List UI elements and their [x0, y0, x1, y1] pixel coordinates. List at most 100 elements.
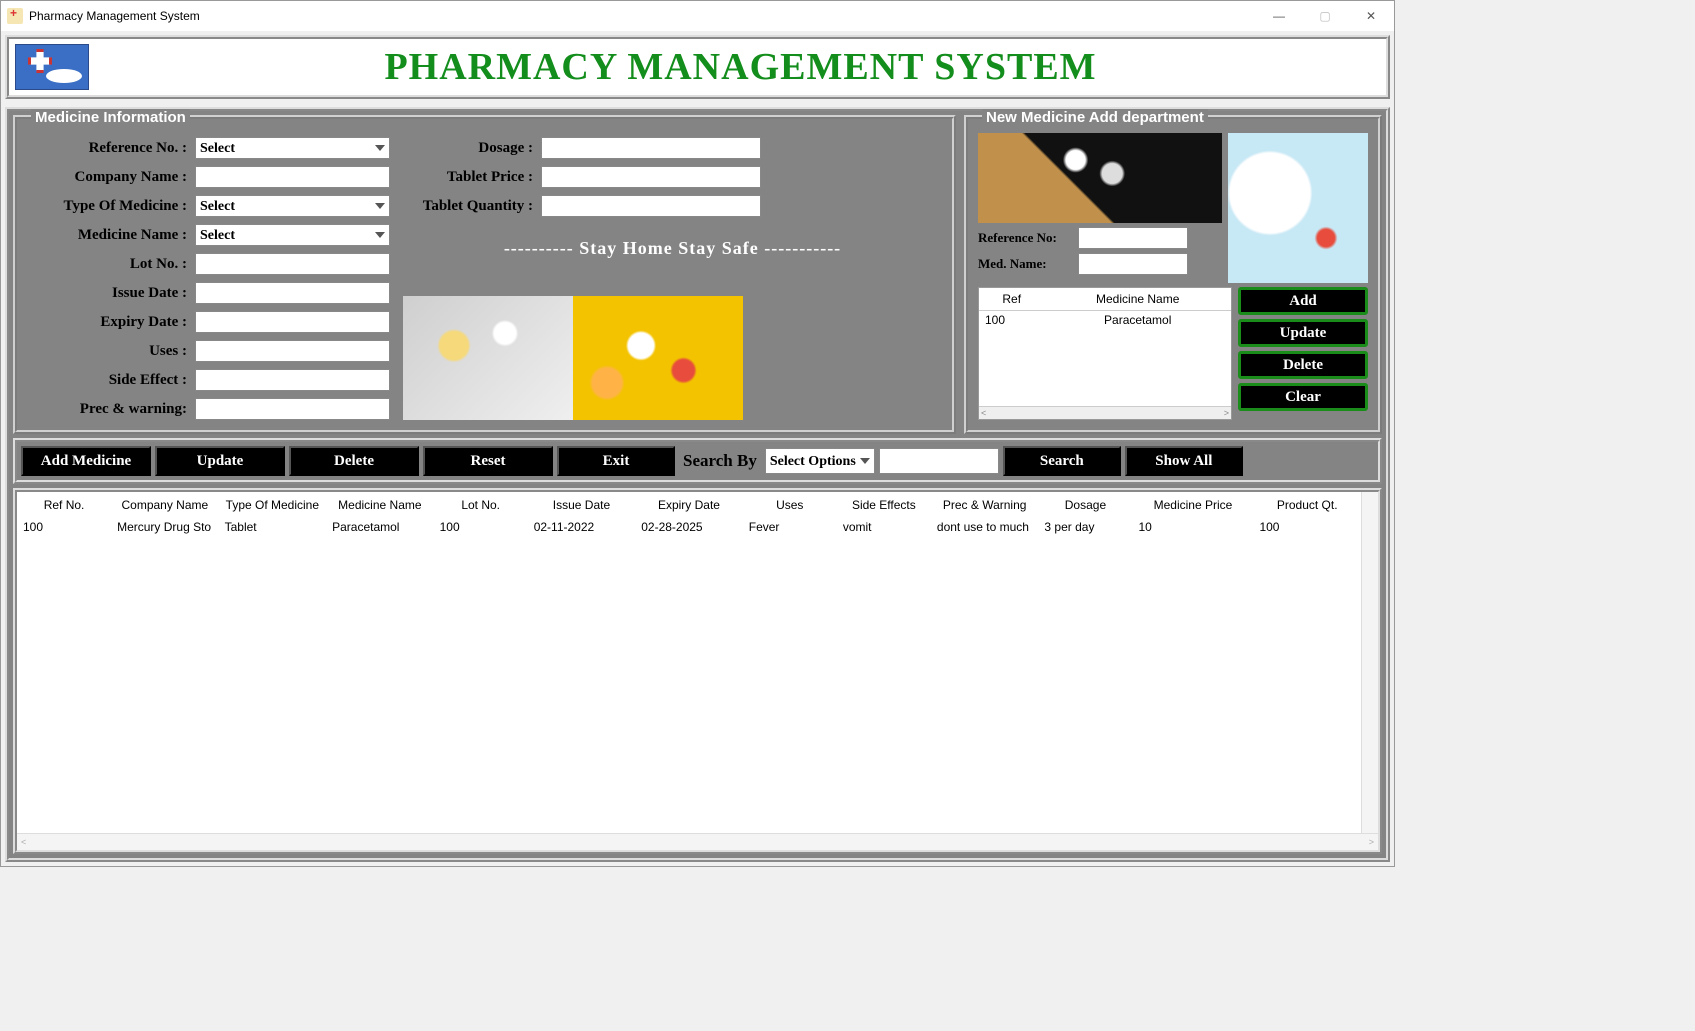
- nm-th-medname[interactable]: Medicine Name: [1044, 288, 1231, 311]
- main-table[interactable]: Ref No.Company NameType Of MedicineMedic…: [17, 492, 1361, 536]
- issue-date-input[interactable]: [195, 282, 390, 304]
- nm-add-button[interactable]: Add: [1238, 287, 1368, 315]
- lot-no-input[interactable]: [195, 253, 390, 275]
- logo-icon: [15, 44, 89, 90]
- main-th[interactable]: Expiry Date: [635, 492, 743, 518]
- table-cell: 100: [434, 518, 528, 536]
- search-button[interactable]: Search: [1003, 446, 1121, 476]
- nm-cell: Paracetamol: [1044, 311, 1231, 330]
- nm-buttons: Add Update Delete Clear: [1238, 287, 1368, 420]
- main-th[interactable]: Company Name: [111, 492, 219, 518]
- exit-button[interactable]: Exit: [557, 446, 675, 476]
- reference-no-label: Reference No. :: [27, 140, 195, 157]
- main-th[interactable]: Medicine Name: [326, 492, 434, 518]
- company-name-label: Company Name :: [27, 169, 195, 186]
- medicine-information-frame: Medicine Information Reference No. :Sele…: [13, 115, 956, 434]
- company-name-input[interactable]: [195, 166, 390, 188]
- update-button[interactable]: Update: [155, 446, 285, 476]
- title-bar: Pharmacy Management System — ▢ ✕: [1, 1, 1394, 31]
- main-vertical-scrollbar[interactable]: [1361, 492, 1378, 833]
- main-th[interactable]: Dosage: [1038, 492, 1132, 518]
- main-th[interactable]: Prec & Warning: [931, 492, 1039, 518]
- issue-date-label: Issue Date :: [27, 285, 195, 302]
- app-window: Pharmacy Management System — ▢ ✕ PHARMAC…: [0, 0, 1395, 867]
- main-th[interactable]: Type Of Medicine: [219, 492, 327, 518]
- tablet-quantity-label: Tablet Quantity :: [403, 198, 541, 215]
- table-cell: Tablet: [219, 518, 327, 536]
- main-th[interactable]: Product Qt.: [1253, 492, 1361, 518]
- table-cell: 3 per day: [1038, 518, 1132, 536]
- nm-table[interactable]: Ref Medicine Name 100Paracetamol: [979, 288, 1231, 329]
- table-cell: 100: [1253, 518, 1361, 536]
- table-cell: vomit: [837, 518, 931, 536]
- main-th[interactable]: Uses: [743, 492, 837, 518]
- stay-home-text: ---------- Stay Home Stay Safe ---------…: [403, 238, 942, 259]
- side-effect-input[interactable]: [195, 369, 390, 391]
- nm-update-button[interactable]: Update: [1238, 319, 1368, 347]
- nm-clear-button[interactable]: Clear: [1238, 383, 1368, 411]
- reference-no-select[interactable]: Select: [195, 137, 390, 159]
- prec-warning-input[interactable]: [195, 398, 390, 420]
- expiry-date-input[interactable]: [195, 311, 390, 333]
- main-th[interactable]: Issue Date: [528, 492, 636, 518]
- nm-delete-button[interactable]: Delete: [1238, 351, 1368, 379]
- main-th[interactable]: Side Effects: [837, 492, 931, 518]
- lot-no-label: Lot No. :: [27, 256, 195, 273]
- table-cell: Paracetamol: [326, 518, 434, 536]
- new-medicine-left: Reference No: Med. Name:: [978, 133, 1222, 283]
- nm-scrollbar[interactable]: <>: [979, 406, 1231, 419]
- medicine-name-select[interactable]: Select: [195, 224, 390, 246]
- table-row[interactable]: 100Mercury Drug StoTabletParacetamol1000…: [17, 518, 1361, 536]
- maximize-button[interactable]: ▢: [1302, 1, 1348, 31]
- dosage-input[interactable]: [541, 137, 761, 159]
- uses-input[interactable]: [195, 340, 390, 362]
- type-of-medicine-label: Type Of Medicine :: [27, 198, 195, 215]
- minimize-button[interactable]: —: [1256, 1, 1302, 31]
- main-th[interactable]: Medicine Price: [1132, 492, 1253, 518]
- app-icon: [7, 8, 23, 24]
- app-title: PHARMACY MANAGEMENT SYSTEM: [95, 45, 1386, 89]
- reset-button[interactable]: Reset: [423, 446, 553, 476]
- delete-button[interactable]: Delete: [289, 446, 419, 476]
- table-cell: 10: [1132, 518, 1253, 536]
- medicine-name-label: Medicine Name :: [27, 227, 195, 244]
- window-controls: — ▢ ✕: [1256, 1, 1394, 31]
- nm-table-wrap: Ref Medicine Name 100Paracetamol <>: [978, 287, 1232, 420]
- search-by-select[interactable]: Select Options: [765, 448, 875, 474]
- vials-image: [978, 133, 1222, 223]
- main-th[interactable]: Lot No.: [434, 492, 528, 518]
- pills-bowl-image: [403, 296, 573, 420]
- tablet-price-input[interactable]: [541, 166, 761, 188]
- nm-med-name-input[interactable]: [1078, 253, 1188, 275]
- medinfo-right-column: Dosage : Tablet Price : Tablet Quantity …: [397, 133, 942, 420]
- nm-th-ref[interactable]: Ref: [979, 288, 1044, 311]
- nm-cell: 100: [979, 311, 1044, 330]
- nm-table-row[interactable]: 100Paracetamol: [979, 311, 1231, 330]
- tablet-quantity-input[interactable]: [541, 195, 761, 217]
- side-effect-label: Side Effect :: [27, 372, 195, 389]
- uses-label: Uses :: [27, 343, 195, 360]
- table-cell: dont use to much: [931, 518, 1039, 536]
- medinfo-left-column: Reference No. :Select Company Name : Typ…: [27, 133, 397, 420]
- table-cell: Fever: [743, 518, 837, 536]
- add-medicine-button[interactable]: Add Medicine: [21, 446, 151, 476]
- search-input[interactable]: [879, 448, 999, 474]
- table-cell: Mercury Drug Sto: [111, 518, 219, 536]
- table-cell: 02-28-2025: [635, 518, 743, 536]
- expiry-date-label: Expiry Date :: [27, 314, 195, 331]
- pills-yellow-image: [573, 296, 743, 420]
- main-th[interactable]: Ref No.: [17, 492, 111, 518]
- window-title: Pharmacy Management System: [29, 9, 200, 23]
- nm-reference-no-label: Reference No:: [978, 230, 1078, 246]
- show-all-button[interactable]: Show All: [1125, 446, 1243, 476]
- close-button[interactable]: ✕: [1348, 1, 1394, 31]
- tablet-price-label: Tablet Price :: [403, 169, 541, 186]
- medicine-info-legend: Medicine Information: [31, 109, 190, 126]
- mask-syringe-image: [1228, 133, 1368, 283]
- type-of-medicine-select[interactable]: Select: [195, 195, 390, 217]
- banner: PHARMACY MANAGEMENT SYSTEM: [5, 35, 1390, 99]
- main-horizontal-scrollbar[interactable]: <>: [17, 833, 1378, 850]
- table-cell: 02-11-2022: [528, 518, 636, 536]
- new-medicine-legend: New Medicine Add department: [982, 109, 1208, 126]
- nm-reference-no-input[interactable]: [1078, 227, 1188, 249]
